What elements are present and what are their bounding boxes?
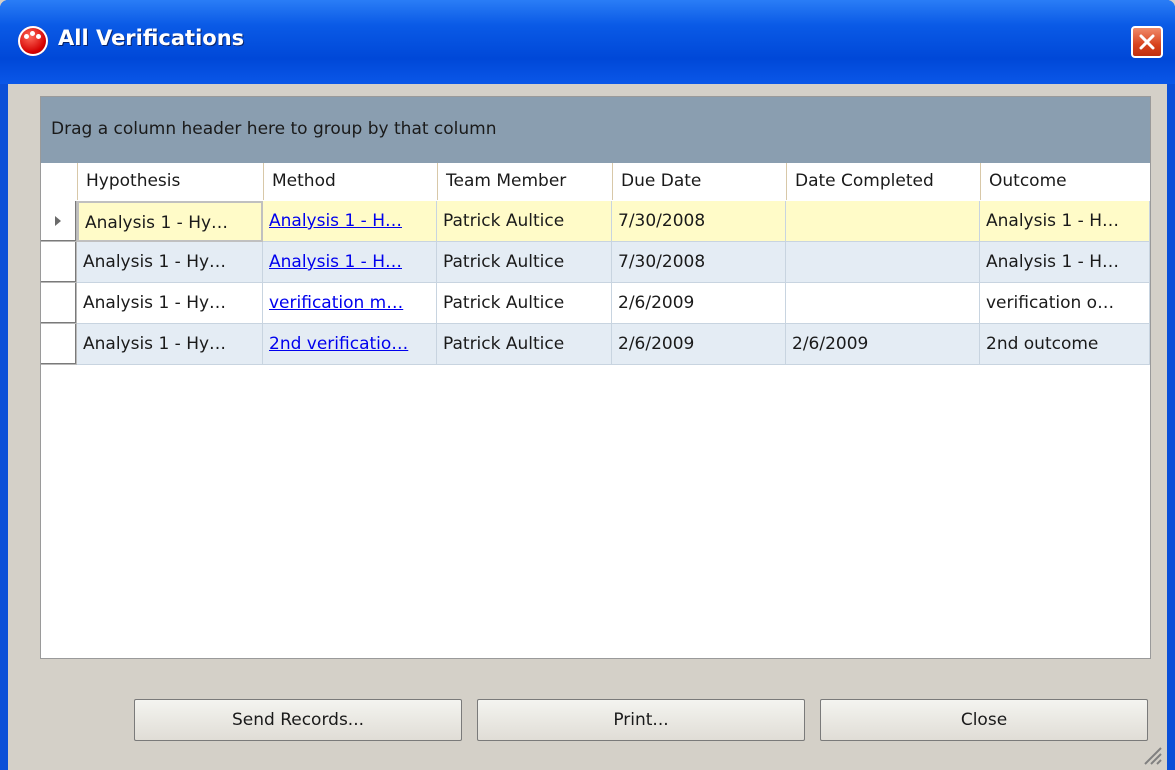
- cell-method-link[interactable]: verification m…: [263, 283, 437, 324]
- column-header-team-member[interactable]: Team Member: [437, 163, 612, 200]
- dialog-window: All Verifications Drag a column header h…: [0, 0, 1175, 770]
- title-bar[interactable]: All Verifications: [0, 0, 1175, 84]
- column-header-outcome[interactable]: Outcome: [980, 163, 1150, 200]
- cell-outcome[interactable]: verification o…: [980, 283, 1150, 324]
- cell-due-date[interactable]: 2/6/2009: [612, 324, 786, 365]
- cell-team-member[interactable]: Patrick Aultice: [437, 324, 612, 365]
- send-records-button[interactable]: Send Records...: [134, 699, 462, 741]
- table-row[interactable]: Analysis 1 - Hy… Analysis 1 - H… Patrick…: [41, 242, 1150, 283]
- group-by-panel[interactable]: Drag a column header here to group by th…: [41, 97, 1150, 163]
- cell-hypothesis[interactable]: Analysis 1 - Hy…: [77, 324, 263, 365]
- cell-due-date[interactable]: 7/30/2008: [612, 201, 786, 242]
- close-button[interactable]: Close: [820, 699, 1148, 741]
- cell-method-link[interactable]: Analysis 1 - H…: [263, 201, 437, 242]
- cell-method-link[interactable]: 2nd verificatio…: [263, 324, 437, 365]
- row-selector[interactable]: [41, 283, 77, 324]
- row-selector[interactable]: [41, 201, 77, 242]
- cell-method-link[interactable]: Analysis 1 - H…: [263, 242, 437, 283]
- table-row[interactable]: Analysis 1 - Hy… Analysis 1 - H… Patrick…: [41, 201, 1150, 242]
- grid-header-row: Hypothesis Method Team Member Due Date D…: [41, 163, 1150, 202]
- row-selector-arrow-icon: [55, 216, 61, 226]
- window-close-button[interactable]: [1131, 26, 1163, 58]
- app-logo-icon: [18, 26, 48, 56]
- cell-outcome[interactable]: Analysis 1 - H…: [980, 201, 1150, 242]
- print-button[interactable]: Print...: [477, 699, 805, 741]
- cell-team-member[interactable]: Patrick Aultice: [437, 201, 612, 242]
- group-by-hint: Drag a column header here to group by th…: [51, 119, 497, 139]
- column-header-due-date[interactable]: Due Date: [612, 163, 786, 200]
- table-row[interactable]: Analysis 1 - Hy… 2nd verificatio… Patric…: [41, 324, 1150, 365]
- cell-hypothesis[interactable]: Analysis 1 - Hy…: [77, 242, 263, 283]
- cell-outcome[interactable]: Analysis 1 - H…: [980, 242, 1150, 283]
- verifications-grid[interactable]: Drag a column header here to group by th…: [40, 96, 1151, 659]
- row-selector[interactable]: [41, 242, 77, 283]
- cell-outcome[interactable]: 2nd outcome: [980, 324, 1150, 365]
- dialog-client-area: Drag a column header here to group by th…: [8, 84, 1167, 770]
- close-x-icon: [1139, 34, 1155, 50]
- cell-date-completed[interactable]: [786, 201, 980, 242]
- cell-date-completed[interactable]: [786, 242, 980, 283]
- cell-due-date[interactable]: 7/30/2008: [612, 242, 786, 283]
- cell-due-date[interactable]: 2/6/2009: [612, 283, 786, 324]
- cell-hypothesis[interactable]: Analysis 1 - Hy…: [77, 201, 263, 242]
- cell-hypothesis[interactable]: Analysis 1 - Hy…: [77, 283, 263, 324]
- cell-team-member[interactable]: Patrick Aultice: [437, 242, 612, 283]
- cell-team-member[interactable]: Patrick Aultice: [437, 283, 612, 324]
- table-row[interactable]: Analysis 1 - Hy… verification m… Patrick…: [41, 283, 1150, 324]
- window-title: All Verifications: [58, 26, 245, 50]
- cell-date-completed[interactable]: 2/6/2009: [786, 324, 980, 365]
- column-header-hypothesis[interactable]: Hypothesis: [77, 163, 263, 200]
- cell-date-completed[interactable]: [786, 283, 980, 324]
- row-selector[interactable]: [41, 324, 77, 365]
- resize-grip-icon[interactable]: [1141, 744, 1163, 766]
- column-header-method[interactable]: Method: [263, 163, 437, 200]
- column-header-date-completed[interactable]: Date Completed: [786, 163, 980, 200]
